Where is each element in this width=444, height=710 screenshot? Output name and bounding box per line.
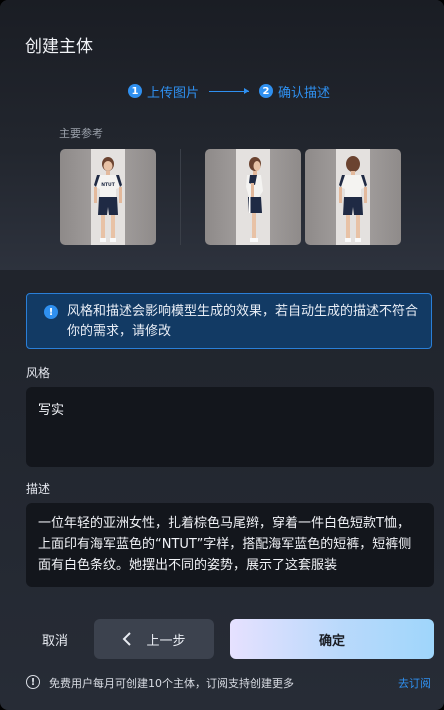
person-front-image: NTUT: [91, 149, 125, 245]
previous-step-button[interactable]: 上一步: [94, 619, 214, 659]
chevron-left-icon: [122, 632, 132, 646]
dialog-title: 创建主体: [25, 37, 93, 57]
previous-step-label: 上一步: [146, 633, 186, 649]
reference-thumbnail-side[interactable]: [205, 149, 301, 245]
style-field[interactable]: 写实: [26, 387, 434, 467]
alert-icon: !: [26, 675, 40, 689]
create-subject-dialog: 创建主体 1 上传图片 2 确认描述 主要参考 NTUT ! 风格和描述会影响模…: [0, 0, 444, 710]
step-arrow-icon: [209, 87, 250, 94]
description-value: 一位年轻的亚洲女性，扎着棕色马尾辫，穿着一件白色短款T恤，上面印有海军蓝色的“N…: [38, 516, 412, 573]
thumbnail-divider: [180, 149, 181, 245]
subscribe-link[interactable]: 去订阅: [398, 675, 431, 691]
dialog-header-area: 创建主体 1 上传图片 2 确认描述 主要参考 NTUT: [0, 0, 444, 270]
style-label: 风格: [26, 366, 51, 380]
step-1-label: 上传图片: [147, 85, 200, 101]
quota-notice: 免费用户每月可创建10个主体，订阅支持创建更多: [49, 677, 294, 690]
info-banner: ! 风格和描述会影响模型生成的效果，若自动生成的描述不符合你的需求，请修改: [26, 293, 432, 349]
cancel-button[interactable]: 取消: [26, 620, 84, 658]
info-banner-text: 风格和描述会影响模型生成的效果，若自动生成的描述不符合你的需求，请修改: [67, 304, 419, 339]
description-label: 描述: [26, 482, 51, 496]
person-back-image: [336, 149, 370, 245]
reference-thumbnail-back[interactable]: [305, 149, 401, 245]
info-icon: !: [44, 305, 58, 319]
step-2-badge: 2: [259, 84, 274, 98]
style-value: 写实: [38, 403, 65, 418]
shirt-print: NTUT: [101, 182, 115, 188]
description-field[interactable]: 一位年轻的亚洲女性，扎着棕色马尾辫，穿着一件白色短款T恤，上面印有海军蓝色的“N…: [26, 503, 434, 587]
step-1-badge: 1: [128, 84, 142, 98]
confirm-button[interactable]: 确定: [230, 619, 434, 659]
step-2-label: 确认描述: [278, 85, 331, 101]
person-side-image: [236, 149, 270, 245]
reference-thumbnail-front[interactable]: NTUT: [60, 149, 156, 245]
main-reference-label: 主要参考: [59, 127, 103, 140]
step-indicator: 1 上传图片 2 确认描述: [128, 82, 331, 101]
